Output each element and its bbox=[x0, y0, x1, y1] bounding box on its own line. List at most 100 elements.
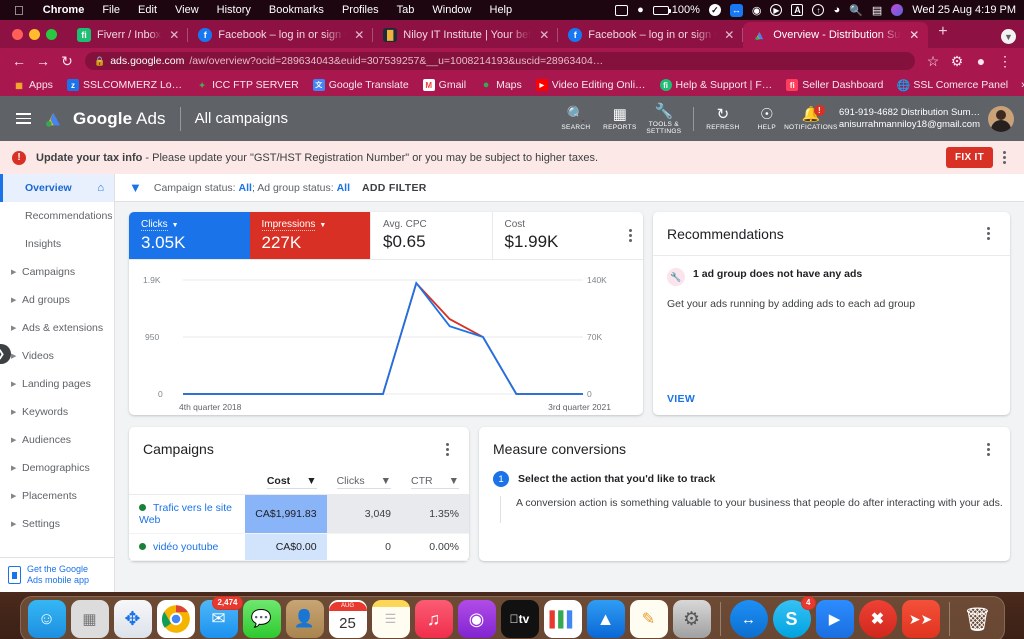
browser-tab-niloy-it[interactable]: █ Niloy IT Institute | Your better f ✕ bbox=[373, 22, 558, 48]
bookmark-help-support[interactable]: fi Help & Support | F… bbox=[653, 79, 780, 91]
chevron-down-icon[interactable]: ▼ bbox=[172, 222, 179, 229]
dock-item-calendar[interactable]: AUG 25 bbox=[329, 600, 367, 638]
fix-it-button[interactable]: FIX IT bbox=[946, 147, 993, 168]
menu-bookmarks[interactable]: Bookmarks bbox=[260, 4, 333, 16]
close-tab-icon[interactable]: ✕ bbox=[907, 28, 921, 42]
bookmark-maps[interactable]: ● Maps bbox=[473, 79, 529, 91]
get-mobile-app-link[interactable]: Get the Google Ads mobile app bbox=[0, 557, 114, 592]
star-bookmark-icon[interactable]: ☆ bbox=[922, 50, 944, 72]
sidebar-item-audiences[interactable]: ▶ Audiences bbox=[0, 426, 114, 454]
forward-button[interactable]: → bbox=[32, 50, 54, 72]
apple-logo-icon[interactable]:  bbox=[8, 4, 34, 17]
play-circle-icon[interactable]: ▶ bbox=[770, 4, 782, 16]
dock-item-launchpad[interactable]: ▦ bbox=[71, 600, 109, 638]
dock-item-teamviewer[interactable]: ↔ bbox=[730, 600, 768, 638]
sidebar-item-placements[interactable]: ▶ Placements bbox=[0, 482, 114, 510]
avatar[interactable] bbox=[988, 106, 1014, 132]
new-tab-button[interactable]: + bbox=[928, 24, 957, 44]
menu-tab[interactable]: Tab bbox=[388, 4, 424, 16]
dock-item-skype[interactable]: S4 bbox=[773, 600, 811, 638]
hamburger-menu-icon[interactable] bbox=[10, 106, 36, 132]
bookmark-seller-dashboard[interactable]: fi Seller Dashboard bbox=[779, 79, 890, 91]
sidebar-item-ads-extensions[interactable]: ▶ Ads & extensions bbox=[0, 314, 114, 342]
creative-cloud-icon[interactable]: ◉ bbox=[752, 4, 762, 17]
tools-settings-button[interactable]: 🔧 TOOLS & SETTINGS bbox=[642, 103, 686, 135]
minimize-window-button[interactable] bbox=[29, 29, 40, 40]
dock-item-messages[interactable]: 💬 bbox=[243, 600, 281, 638]
table-row[interactable]: Trafic vers le site Web CA$1,991.83 3,04… bbox=[129, 495, 469, 534]
notifications-button[interactable]: ! 🔔 NOTIFICATIONS bbox=[789, 106, 833, 131]
google-ads-logo[interactable]: Google Ads bbox=[44, 108, 166, 130]
conversion-step-1[interactable]: 1 Select the action that you'd like to t… bbox=[479, 471, 1010, 487]
sidebar-item-keywords[interactable]: ▶ Keywords bbox=[0, 398, 114, 426]
bookmark-sslcommerz[interactable]: z SSLCOMMERZ Lo… bbox=[60, 79, 189, 91]
dock-item-trash[interactable]: 🗑 bbox=[959, 600, 997, 638]
grammarly-icon[interactable]: A bbox=[791, 4, 803, 16]
downloads-icon[interactable]: ▼ bbox=[1001, 29, 1016, 44]
scorecard-impressions[interactable]: Impressions ▼ 227K bbox=[250, 212, 371, 259]
campaign-name[interactable]: Trafic vers le site Web bbox=[129, 495, 245, 534]
spotlight-search-icon[interactable]: 🔍 bbox=[849, 4, 863, 17]
dock-item-contacts[interactable]: 👤 bbox=[286, 600, 324, 638]
dock-item-mail[interactable]: ✉2,474 bbox=[200, 600, 238, 638]
close-tab-icon[interactable]: ✕ bbox=[352, 28, 366, 42]
menu-profiles[interactable]: Profiles bbox=[333, 4, 388, 16]
browser-tab-facebook-1[interactable]: f Facebook – log in or sign up ✕ bbox=[188, 22, 373, 48]
browser-tab-google-ads[interactable]: Overview - Distribution Summi ✕ bbox=[743, 22, 928, 48]
scorecard-clicks[interactable]: Clicks ▼ 3.05K bbox=[129, 212, 250, 259]
sidebar-item-videos[interactable]: ▶ Videos bbox=[0, 342, 114, 370]
extensions-icon[interactable]: ⚙ bbox=[946, 50, 968, 72]
column-header-clicks[interactable]: Clicks▼ bbox=[327, 471, 401, 495]
dock-item-apple-tv[interactable]: tv bbox=[501, 600, 539, 638]
close-window-button[interactable] bbox=[12, 29, 23, 40]
menu-history[interactable]: History bbox=[208, 4, 260, 16]
dock-item-finder[interactable]: ☺ bbox=[28, 600, 66, 638]
bookmark-video-editing[interactable]: ▶ Video Editing Onli… bbox=[529, 79, 653, 91]
sidebar-item-overview[interactable]: Overview ⌂ bbox=[0, 174, 114, 202]
chevron-down-icon[interactable]: ▼ bbox=[319, 222, 326, 229]
campaigns-overflow-menu[interactable] bbox=[436, 443, 455, 456]
bookmark-icc-ftp[interactable]: ✦ ICC FTP SERVER bbox=[189, 79, 306, 91]
column-header-cost[interactable]: Cost▼ bbox=[245, 471, 326, 495]
info-circle-icon[interactable]: ↑ bbox=[812, 4, 824, 16]
menu-bar-clock[interactable]: Wed 25 Aug 4:19 PM bbox=[912, 4, 1016, 16]
compass-icon[interactable]: ● bbox=[637, 4, 644, 16]
menu-view[interactable]: View bbox=[166, 4, 208, 16]
dock-item-music[interactable]: ♫ bbox=[415, 600, 453, 638]
scorecard-cost[interactable]: Cost $1.99K bbox=[492, 212, 614, 259]
dock-item-vs-code-insiders[interactable]: ➤➤ bbox=[902, 600, 940, 638]
dock-item-system-preferences[interactable]: ⚙ bbox=[673, 600, 711, 638]
alert-overflow-menu-icon[interactable] bbox=[993, 151, 1012, 164]
wifi-icon[interactable]: ◕ bbox=[833, 4, 840, 16]
browser-tab-fiverr[interactable]: fi Fiverr / Inbox ✕ bbox=[67, 22, 188, 48]
dock-item-anydesk[interactable]: ✖ bbox=[859, 600, 897, 638]
bookmark-apps[interactable]: ▦ Apps bbox=[6, 79, 60, 91]
dock-item-zoom[interactable]: ▶ bbox=[816, 600, 854, 638]
add-filter-button[interactable]: ADD FILTER bbox=[362, 182, 427, 194]
dock-item-numbers[interactable]: ▌▌▌ bbox=[544, 600, 582, 638]
filter-icon[interactable]: ▼ bbox=[129, 180, 142, 195]
sidebar-item-demographics[interactable]: ▶ Demographics bbox=[0, 454, 114, 482]
measure-conversions-overflow-menu[interactable] bbox=[977, 443, 996, 456]
bookmarks-overflow-button[interactable]: » bbox=[1015, 79, 1024, 91]
siri-icon[interactable] bbox=[891, 4, 903, 16]
table-row[interactable]: vidéo youtube CA$0.00 0 0.00% bbox=[129, 534, 469, 561]
account-info[interactable]: 691-919-4682 Distribution Sum… anisurrah… bbox=[839, 107, 980, 131]
dock-item-google-chrome[interactable] bbox=[157, 600, 195, 638]
close-tab-icon[interactable]: ✕ bbox=[722, 28, 736, 42]
screen-recorder-icon[interactable] bbox=[615, 5, 628, 16]
help-button[interactable]: ☉ HELP bbox=[745, 106, 789, 131]
sidebar-item-settings[interactable]: ▶ Settings bbox=[0, 510, 114, 538]
bookmark-ssl-commerce-panel[interactable]: 🌐 SSL Comerce Panel bbox=[890, 79, 1015, 91]
back-button[interactable]: ← bbox=[8, 50, 30, 72]
column-header-ctr[interactable]: CTR▼ bbox=[401, 471, 469, 495]
recommendations-overflow-menu[interactable] bbox=[977, 227, 996, 240]
menu-window[interactable]: Window bbox=[423, 4, 480, 16]
refresh-button[interactable]: ↻ REFRESH bbox=[701, 106, 745, 131]
battery-icon[interactable]: 100% bbox=[653, 4, 700, 16]
sidebar-item-landing-pages[interactable]: ▶ Landing pages bbox=[0, 370, 114, 398]
teamviewer-icon[interactable]: ↔ bbox=[730, 4, 743, 17]
menu-file[interactable]: File bbox=[93, 4, 129, 16]
menu-edit[interactable]: Edit bbox=[129, 4, 166, 16]
control-center-icon[interactable]: ▤ bbox=[872, 4, 882, 17]
